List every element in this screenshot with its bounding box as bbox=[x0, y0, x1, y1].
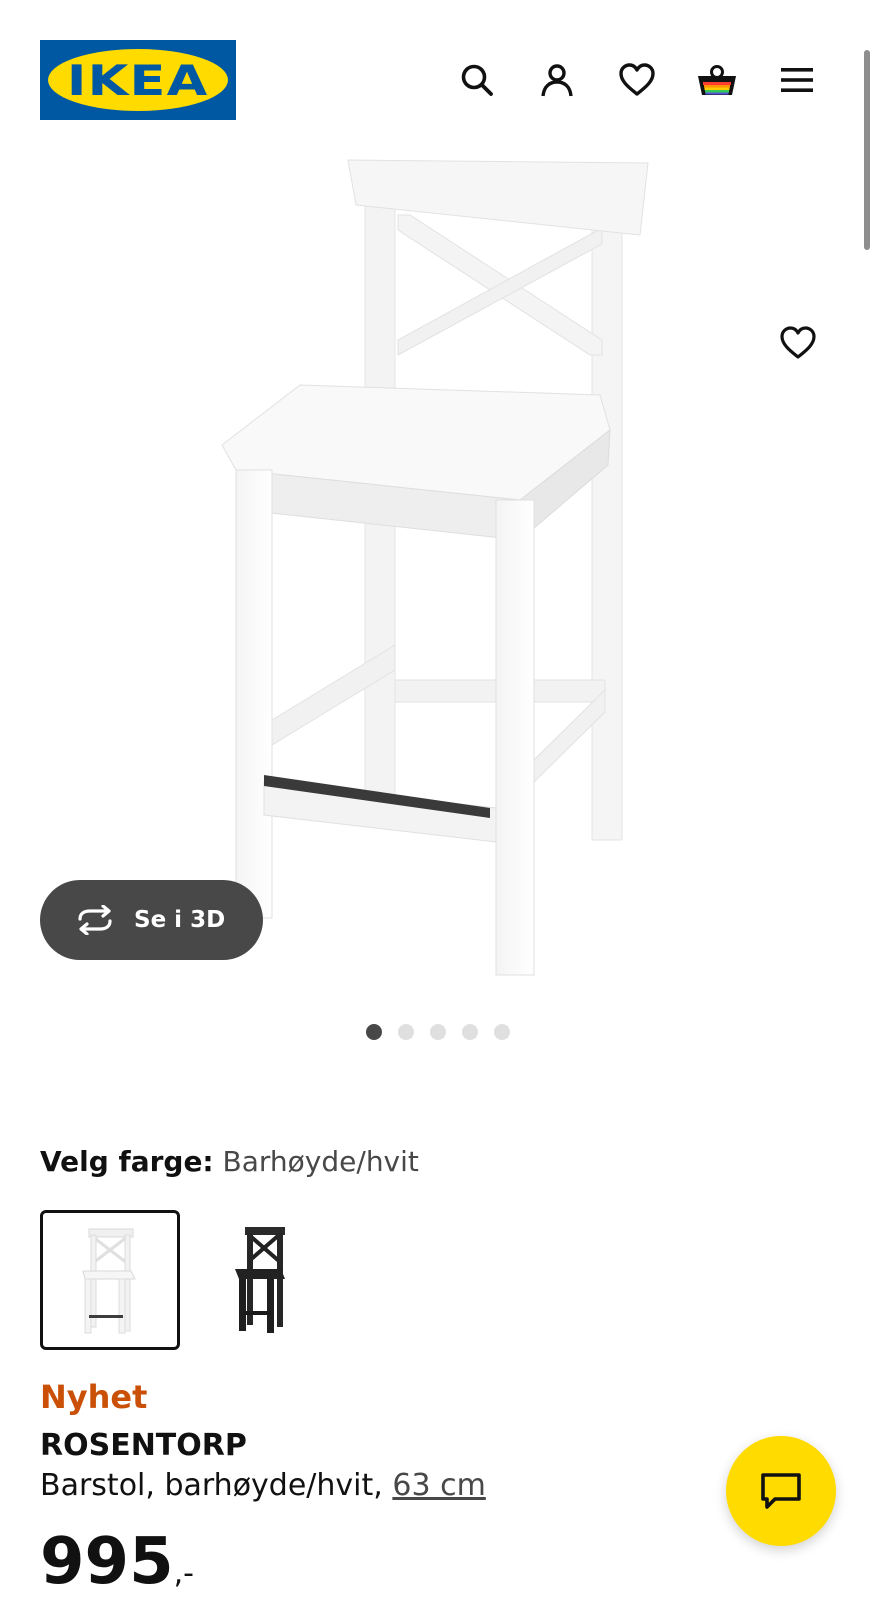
chat-button[interactable] bbox=[726, 1436, 836, 1546]
product-description-text: Barstol, barhøyde/hvit, bbox=[40, 1468, 383, 1503]
new-badge: Nyhet bbox=[40, 1378, 148, 1416]
view-in-3d-label: Se i 3D bbox=[134, 907, 226, 933]
rotate-3d-icon bbox=[78, 905, 112, 935]
color-value: Barhøyde/hvit bbox=[222, 1145, 419, 1178]
product-name: ROSENTORP bbox=[40, 1428, 247, 1463]
gallery-dot-3[interactable] bbox=[430, 1024, 446, 1040]
price-suffix: ,- bbox=[173, 1556, 194, 1591]
price-value: 995 bbox=[40, 1525, 174, 1599]
gallery-dot-1[interactable] bbox=[366, 1024, 382, 1040]
user-icon[interactable] bbox=[535, 58, 579, 102]
gallery-dot-5[interactable] bbox=[494, 1024, 510, 1040]
gallery-dot-4[interactable] bbox=[462, 1024, 478, 1040]
product-description: Barstol, barhøyde/hvit, 63 cm bbox=[40, 1468, 486, 1503]
color-option-black[interactable] bbox=[190, 1210, 330, 1350]
logo-oval: IKEA bbox=[48, 49, 228, 111]
ikea-logo[interactable]: IKEA bbox=[40, 40, 236, 120]
product-size-link[interactable]: 63 cm bbox=[392, 1468, 485, 1503]
menu-icon[interactable] bbox=[775, 58, 819, 102]
favourites-icon[interactable] bbox=[615, 58, 659, 102]
color-selector-label: Velg farge: Barhøyde/hvit bbox=[40, 1145, 419, 1178]
black-chair-thumbnail bbox=[235, 1227, 285, 1333]
view-in-3d-button[interactable]: Se i 3D bbox=[40, 880, 263, 960]
chat-bubble-icon bbox=[761, 1473, 801, 1509]
site-header: IKEA bbox=[0, 0, 872, 140]
color-label: Velg farge: bbox=[40, 1145, 214, 1178]
gallery-pagination bbox=[366, 1024, 510, 1040]
product-price: 995,- bbox=[40, 1530, 194, 1594]
color-option-white[interactable] bbox=[40, 1210, 180, 1350]
basket-icon[interactable] bbox=[695, 58, 739, 102]
white-chair-thumbnail bbox=[82, 1228, 136, 1334]
logo-text: IKEA bbox=[67, 55, 209, 105]
add-to-favourites-icon[interactable] bbox=[775, 320, 821, 366]
gallery-dot-2[interactable] bbox=[398, 1024, 414, 1040]
search-icon[interactable] bbox=[455, 58, 499, 102]
